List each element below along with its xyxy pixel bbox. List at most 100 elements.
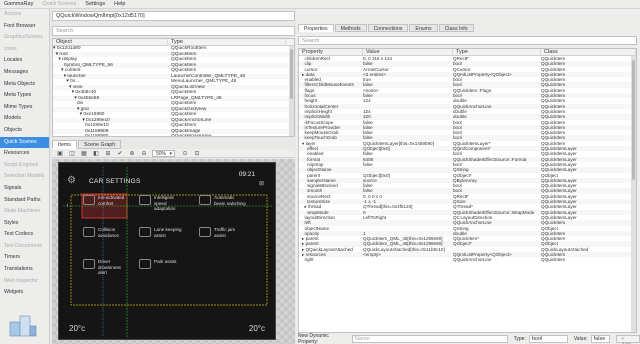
feature-label: Driver drowsiness alert [98,259,121,275]
menubar: GammaRay Quick Scenes Settings Help [0,0,640,9]
sidebar-item-signals[interactable]: Signals [0,183,49,195]
feature-icon [199,195,211,205]
tree-row[interactable]: 0x1185580 QQuickMouseArea [53,134,294,136]
object-tree[interactable]: Object Type ▾ 0x12d1d80 QQuickRootItem ▾ … [52,38,295,137]
zoom-fit-icon[interactable]: ⊙ [181,150,189,157]
sidebar-item-selection-models[interactable]: Selection Models [0,171,49,183]
tree-header-object[interactable]: Object [53,39,168,45]
sidebar-item-state-machines[interactable]: State Machines [0,206,49,218]
new-property-label: New Dynamic Property: [298,332,329,344]
sidebar-item-graphicsscenes[interactable]: GraphicsScenes [0,32,49,44]
value-select[interactable]: false [590,334,611,343]
selection-overlay: l ⊠ [63,167,273,337]
feature-label: Intelligent speed adaptation [154,195,176,211]
sidebar-item-objects[interactable]: Objects [0,125,49,137]
property-value[interactable] [363,257,453,262]
feature-icon [199,227,211,237]
property-type: QQuickAnchorLine [453,257,492,263]
visualize-overdraw-icon[interactable]: ◫ [68,150,76,157]
tab-methods[interactable]: Methods [334,24,367,32]
sidebar-item-script-engines[interactable]: Script Engines [0,160,49,172]
tree-scrollbar-thumb[interactable] [290,49,293,99]
sidebar-item-models[interactable]: Models [0,113,49,125]
type-select-value: bool [531,335,543,342]
property-search-input[interactable]: Search [298,36,637,45]
tree-header-type[interactable]: Type [168,39,286,45]
gammaray-logo-icon [9,315,37,337]
object-path-combobox[interactable]: QQuickWindowQmlImpl[0x12d5170] [52,11,295,21]
feature-label: Lane keeping assist [154,227,182,238]
menu-help[interactable]: Help [114,1,125,7]
feature-icon [83,195,95,205]
property-class: QQuickItem [541,257,566,263]
feature-label: Ion-activated comfort [98,195,125,206]
zoom-out-icon[interactable]: ⊖ [140,150,148,157]
header-class[interactable]: Class [541,49,636,55]
scene-toolbar: ▣ ◫ ▦ ◧ ⊞ ✔ ⊕ ⊖ 50% ▾ ⊙ ⊡ [52,149,295,158]
left-tabs: Items Scene Graph [52,140,122,149]
object-search-placeholder: Search [56,28,74,34]
header-type[interactable]: Type [453,49,541,55]
menu-gammaray[interactable]: GammaRay [4,1,33,7]
sidebar-item-font-browser[interactable]: Font Browser [0,21,49,33]
header-property[interactable]: Property [299,49,363,55]
zoom-select[interactable]: 50% ▾ [152,149,176,157]
sidebar-item-text-documents[interactable]: Text Documents [0,241,49,253]
feature-tile: Lane keeping assist [139,227,182,238]
visualize-changes-icon[interactable]: ◧ [92,150,100,157]
visualize-clipping-icon[interactable]: ▣ [56,150,64,157]
feature-icon [83,227,95,237]
property-table[interactable]: Property Value Type Class childrenRect 0,… [298,48,637,333]
new-property-name-placeholder: Name [355,335,370,342]
tab-properties[interactable]: Properties [298,24,334,32]
zoom-in-icon[interactable]: ⊕ [128,150,136,157]
sidebar-item-resources[interactable]: Resources [0,148,49,160]
scene-preview[interactable]: ⚙ CAR SETTINGS 09:21 l ⊠ Ion-activated c… [52,159,295,344]
chevron-down-icon: ▾ [169,150,173,157]
tree-body: ▾ 0x12d1d80 QQuickRootItem ▾ root QQuickIt… [53,46,294,136]
temp-right: 20°c [248,324,265,333]
sidebar-item-timers[interactable]: Timers [0,252,49,264]
visualize-batches-icon[interactable]: ▦ [80,150,88,157]
sidebar-item-icons[interactable]: Icons [0,44,49,56]
sidebar-item-web-inspector[interactable]: Web Inspector [0,276,49,288]
type-select[interactable]: bool [528,334,568,343]
tree-scrollbar[interactable] [289,46,294,136]
tab-connections[interactable]: Connections [367,24,409,32]
sidebar-item-standard-paths[interactable]: Standard Paths [0,195,49,207]
tab-items[interactable]: Items [52,140,77,149]
property-scrollbar[interactable] [631,56,636,332]
feature-icon [139,195,151,205]
sidebar-item-quick-scenes[interactable]: Quick Scenes [0,136,49,149]
sidebar-item-actions[interactable]: Actions [0,9,49,21]
svg-text:l: l [67,203,68,208]
sidebar-item-messages[interactable]: Messages [0,67,49,79]
zoom-original-icon[interactable]: ⊡ [193,150,201,157]
sidebar-item-widgets[interactable]: Widgets [0,287,49,299]
property-row[interactable]: right QQuickAnchorLine QQuickItem [299,257,636,262]
sidebar-item-mime-types[interactable]: Mime Types [0,102,49,114]
visualize-controls-icon[interactable]: ⊞ [104,150,112,157]
feature-icon [139,227,151,237]
sidebar-item-meta-types[interactable]: Meta Types [0,90,49,102]
menu-settings[interactable]: Settings [85,1,105,7]
object-search-input[interactable]: Search [52,26,295,36]
sidebar-item-meta-objects[interactable]: Meta Objects [0,79,49,91]
feature-tile: Traffic jam assist [199,227,235,238]
feature-tile: Automatic beam switching [199,195,246,206]
sidebar-item-translations[interactable]: Translations [0,264,49,276]
tab-scene-graph[interactable]: Scene Graph [77,140,122,149]
header-value[interactable]: Value [363,49,453,55]
sidebar-item-styles[interactable]: Styles [0,218,49,230]
sidebar-item-text-codecs[interactable]: Text Codecs [0,229,49,241]
menu-quick-scenes[interactable]: Quick Scenes [42,1,76,7]
pick-element-icon[interactable]: ✔ [116,150,124,157]
add-property-button[interactable]: + Add [616,334,640,344]
sidebar-item-locales[interactable]: Locales [0,55,49,67]
feature-tile: Ion-activated comfort [83,195,124,206]
property-scrollbar-thumb[interactable] [632,60,635,180]
tab-enums[interactable]: Enums [409,24,438,32]
new-property-name-input[interactable]: Name [352,334,508,343]
tab-class-info[interactable]: Class Info [438,24,474,32]
svg-text:⊠: ⊠ [259,181,264,187]
